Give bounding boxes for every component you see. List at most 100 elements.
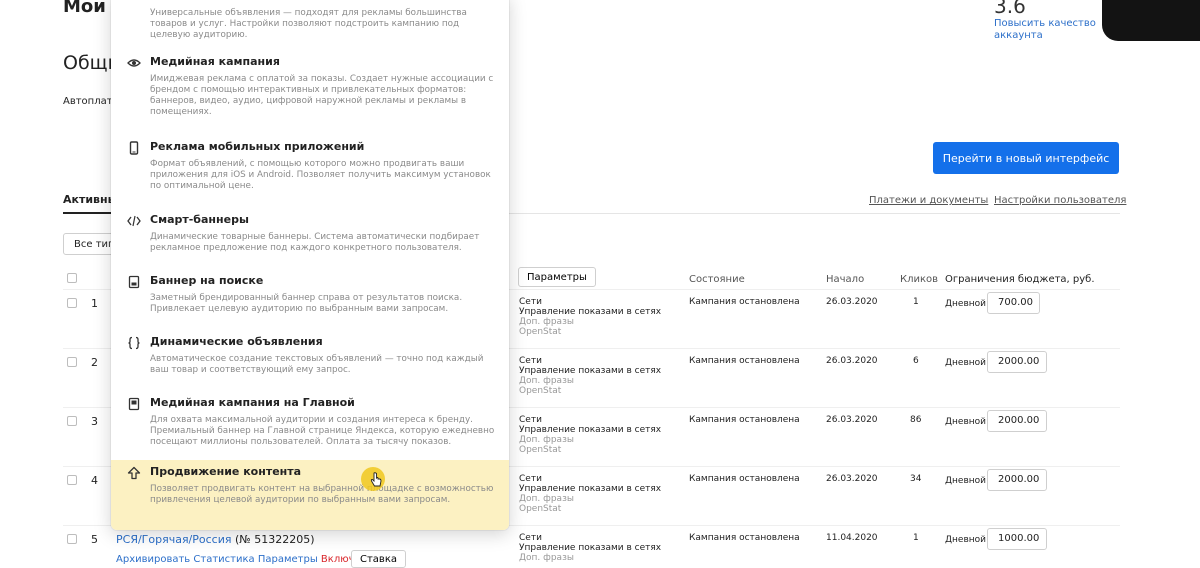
network-name: Сети [519,297,542,307]
openstat: OpenStat [519,445,562,455]
openstat: OpenStat [519,504,562,514]
network-sub: Управление показами в сетях [519,307,662,317]
menu-item-content-promotion[interactable]: Продвижение контента Позволяет продвигат… [111,460,509,530]
extra-phrases: Доп. фразы [519,376,574,386]
select-all-checkbox[interactable] [67,273,77,283]
row-number: 4 [91,474,98,487]
stats-link[interactable]: Статистика [193,554,254,565]
budget-input[interactable]: 1000.00 [987,528,1047,550]
new-interface-button[interactable]: Перейти в новый интерфейс [933,142,1119,174]
row-checkbox[interactable] [67,298,77,308]
network-name: Сети [519,415,542,425]
menu-item-title: Динамические объявления [150,335,323,348]
campaign-actions: Архивировать Статистика Параметры Включи… [116,554,373,565]
menu-item-search-banner[interactable]: Баннер на поиске Заметный брендированный… [111,271,509,319]
budget-label: Дневной: [945,535,990,545]
clicks-cell: 6 [913,356,919,366]
top-item-description: Универсальные объявления — подходят для … [150,8,467,40]
clicks-cell: 34 [910,474,922,484]
row-number: 2 [91,356,98,369]
code-icon [127,215,141,227]
homepage-banner-icon [128,397,140,411]
overlay-bar [1102,0,1200,41]
col-state: Состояние [689,274,745,285]
campaign-type-dropdown: Универсальные объявления — подходят для … [111,0,509,530]
state-cell: Кампания остановлена [689,533,800,543]
openstat: OpenStat [519,386,562,396]
start-cell: 26.03.2020 [826,356,878,366]
menu-item-media-campaign[interactable]: Медийная кампания Имиджевая реклама с оп… [111,52,509,122]
row-number: 5 [91,533,98,546]
menu-item-description: Динамические товарные баннеры. Система а… [150,232,480,253]
extra-phrases: Доп. фразы [519,317,574,327]
start-cell: 26.03.2020 [826,474,878,484]
menu-item-title: Медийная кампания на Главной [150,396,355,409]
user-settings-link[interactable]: Настройки пользователя [994,195,1126,206]
start-cell: 26.03.2020 [826,297,878,307]
state-cell: Кампания остановлена [689,415,800,425]
menu-item-mobile-apps[interactable]: Реклама мобильных приложений Формат объя… [111,137,509,197]
menu-item-title: Смарт-баннеры [150,213,249,226]
network-name: Сети [519,533,542,543]
start-cell: 11.04.2020 [826,533,878,543]
budget-label: Дневной: [945,358,990,368]
row-number: 3 [91,415,98,428]
budget-input[interactable]: 2000.00 [987,351,1047,373]
params-button[interactable]: Параметры [518,267,596,287]
row-checkbox[interactable] [67,416,77,426]
network-sub: Управление показами в сетях [519,543,662,553]
menu-item-title: Медийная кампания [150,55,280,68]
payments-documents-link[interactable]: Платежи и документы [869,195,988,206]
budget-label: Дневной: [945,417,990,427]
menu-item-title: Реклама мобильных приложений [150,140,365,153]
archive-link[interactable]: Архивировать [116,554,190,565]
autopay-label: Автоплат [63,96,113,107]
network-name: Сети [519,356,542,366]
menu-item-description: Позволяет продвигать контент на выбранно… [150,484,494,505]
budget-input[interactable]: 700.00 [987,292,1040,314]
budget-input[interactable]: 2000.00 [987,469,1047,491]
col-budget: Ограничения бюджета, руб. [945,274,1095,285]
row-checkbox[interactable] [67,357,77,367]
campaign-link[interactable]: РСЯ/Горячая/Россия [116,533,232,546]
menu-item-description: Для охвата максимальной аудитории и созд… [150,415,495,447]
menu-item-title: Баннер на поиске [150,274,264,287]
network-cell: Сети Управление показами в сетях Доп. фр… [519,474,661,514]
clicks-cell: 86 [910,415,922,425]
eye-icon [127,59,141,67]
extra-phrases: Доп. фразы [519,494,574,504]
account-quality-score: 3.6 [994,0,1026,18]
row-checkbox[interactable] [67,534,77,544]
menu-item-smart-banners[interactable]: Смарт-баннеры Динамические товарные банн… [111,210,509,258]
network-sub: Управление показами в сетях [519,425,662,435]
campaign-type-select[interactable]: Все тип [63,233,118,255]
arrow-up-icon [127,466,141,480]
network-sub: Управление показами в сетях [519,484,662,494]
network-name: Сети [519,474,542,484]
menu-item-description: Имиджевая реклама с оплатой за показы. С… [150,74,494,117]
openstat: OpenStat [519,327,562,337]
state-cell: Кампания остановлена [689,297,800,307]
menu-item-description: Заметный брендированный баннер справа от… [150,293,463,314]
budget-label: Дневной: [945,299,990,309]
network-sub: Управление показами в сетях [519,366,662,376]
network-cell: Сети Управление показами в сетях Доп. фр… [519,297,661,337]
menu-item-homepage-media[interactable]: Медийная кампания на Главной Для охвата … [111,393,509,453]
budget-label: Дневной: [945,476,990,486]
params-link[interactable]: Параметры [258,554,318,565]
campaign-name: РСЯ/Горячая/Россия (№ 51322205) [116,533,315,546]
extra-phrases: Доп. фразы [519,435,574,445]
menu-item-description: Автоматическое создание текстовых объявл… [150,354,484,375]
row-checkbox[interactable] [67,475,77,485]
improve-quality-link[interactable]: Повысить качество аккаунта [994,18,1114,42]
extra-phrases: Доп. фразы [519,553,574,563]
tab-active-indicator [63,212,115,214]
campaign-id: (№ 51322205) [235,533,315,546]
state-cell: Кампания остановлена [689,356,800,366]
budget-input[interactable]: 2000.00 [987,410,1047,432]
tab-active[interactable]: Активны [63,193,118,206]
menu-item-dynamic-ads[interactable]: Динамические объявления Автоматическое с… [111,332,509,380]
braces-icon [128,336,140,350]
menu-item-title: Продвижение контента [150,465,302,478]
bid-button[interactable]: Ставка [351,550,406,568]
